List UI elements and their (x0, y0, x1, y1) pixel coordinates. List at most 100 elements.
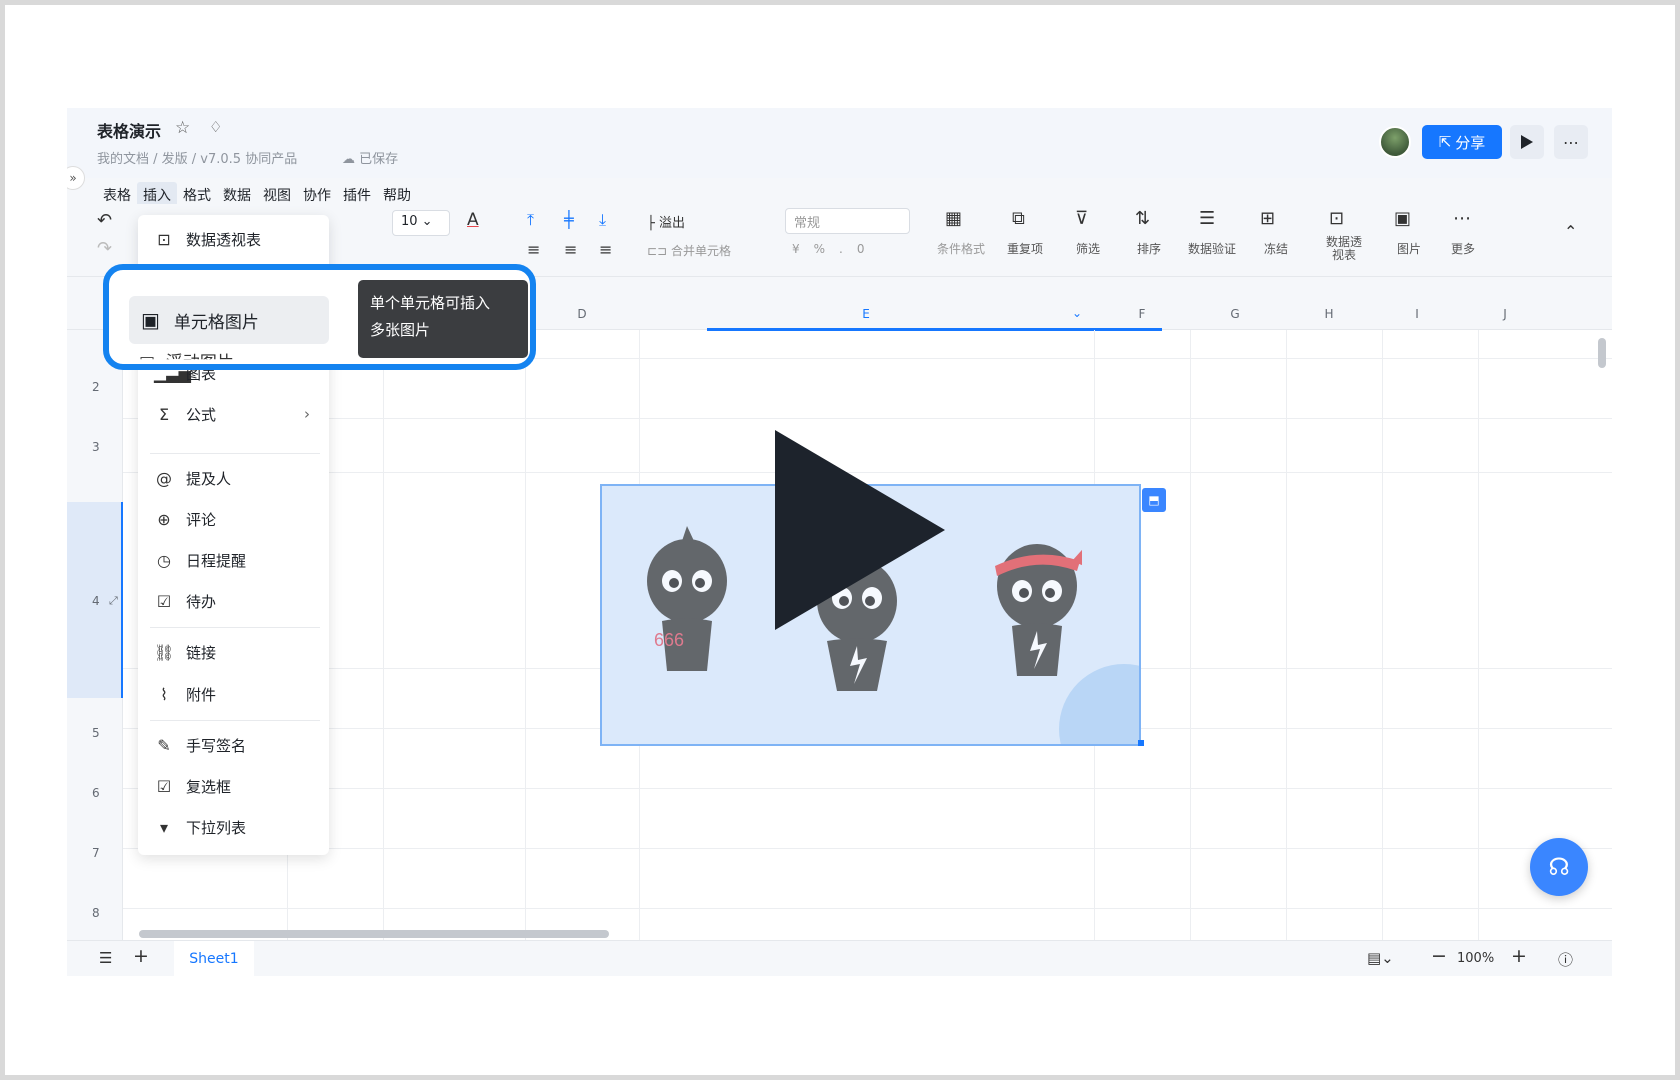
collapse-toolbar-icon[interactable]: ⌃ (1564, 222, 1577, 241)
menu-item-dropdown[interactable]: ▾ 下拉列表 (154, 814, 246, 840)
breadcrumb[interactable]: 我的文档 / 发版 / v7.0.5 协同产品 (97, 148, 297, 167)
redo-icon[interactable]: ↷ (97, 238, 112, 259)
float-image-icon: ▤ (139, 353, 156, 370)
menu-item-label: 手写签名 (186, 736, 247, 755)
column-j[interactable]: J (1495, 307, 1515, 321)
column-f[interactable]: F (1132, 307, 1152, 321)
menu-item-attachment[interactable]: ⌇ 附件 (154, 681, 216, 707)
star-icon[interactable]: ☆ (175, 118, 190, 138)
pivot-table-label[interactable]: 数据透视表 (1322, 236, 1366, 262)
sheet-tab[interactable]: Sheet1 (174, 941, 254, 976)
image-edit-icon[interactable]: ⬒ (1142, 488, 1166, 512)
align-bottom-icon[interactable]: ⤓ (599, 210, 606, 230)
data-validation-icon[interactable]: ☰ (1199, 208, 1215, 229)
help-icon[interactable]: ⓘ (1558, 949, 1573, 970)
more-icon[interactable]: ⋯ (1453, 208, 1471, 229)
menu-item-schedule[interactable]: ◷ 日程提醒 (154, 547, 246, 573)
undo-icon[interactable]: ↶ (97, 210, 112, 231)
column-e[interactable]: E (856, 307, 876, 321)
conditional-format-label[interactable]: 条件格式 (937, 240, 985, 257)
vertical-scrollbar[interactable] (1598, 338, 1606, 368)
menu-item-formula[interactable]: Σ 公式 › (154, 401, 310, 427)
horizontal-scrollbar[interactable] (139, 930, 609, 938)
row-7[interactable]: 7 (92, 846, 100, 860)
bell-icon[interactable]: ♢ (209, 118, 222, 136)
column-h[interactable]: H (1319, 307, 1339, 321)
column-i[interactable]: I (1407, 307, 1427, 321)
freeze-label[interactable]: 冻结 (1264, 240, 1288, 257)
align-right-icon[interactable]: ≡ (599, 240, 612, 259)
column-d[interactable]: D (572, 307, 592, 321)
resize-handle[interactable] (1138, 740, 1144, 746)
menu-item-checkbox[interactable]: ☑ 复选框 (154, 773, 231, 799)
merge-cells-button[interactable]: ⊏⊐ 合并单元格 (647, 242, 731, 259)
view-mode-icon[interactable]: ▤⌄ (1367, 949, 1394, 967)
row-2[interactable]: 2 (92, 380, 100, 394)
font-size-select[interactable]: 10 ⌄ (392, 210, 450, 236)
alarm-icon: ◷ (157, 550, 171, 570)
menu-item-link[interactable]: ⛓ 链接 (154, 639, 216, 665)
document-title[interactable]: 表格演示 (97, 118, 161, 142)
pivot-table-icon[interactable]: ⊡ (1329, 208, 1344, 229)
column-e-dropdown-icon[interactable]: ⌄ (1072, 306, 1082, 320)
headset-icon: ☊ (1548, 853, 1570, 881)
gridline (123, 418, 1612, 419)
menu-item-signature[interactable]: ✎ 手写签名 (154, 732, 246, 758)
row-8[interactable]: 8 (92, 906, 100, 920)
expand-sidebar-icon[interactable]: » (67, 166, 85, 190)
overflow-button[interactable]: ├ 溢出 (647, 212, 685, 231)
row-3[interactable]: 3 (92, 440, 100, 454)
share-label: 分享 (1455, 133, 1486, 152)
menu-item-label: 提及人 (186, 469, 232, 488)
at-icon: @ (156, 468, 172, 488)
image-label[interactable]: 图片 (1397, 240, 1421, 257)
align-left-icon[interactable]: ≡ (527, 240, 540, 259)
data-validation-label[interactable]: 数据验证 (1188, 240, 1236, 257)
row-header: 2 3 4 5 6 7 8 ⤢ (67, 330, 123, 940)
row-5[interactable]: 5 (92, 726, 100, 740)
zoom-in-icon[interactable]: + (1511, 945, 1527, 967)
tooltip-line-1: 单个单元格可插入 (370, 294, 491, 312)
more-options-button[interactable]: ⋯ (1554, 125, 1588, 159)
callout-highlight: ▣ 单元格图片 ▤ 浮动图片 单个单元格可插入 多张图片 (103, 264, 536, 370)
menu-item-mention[interactable]: @ 提及人 (154, 465, 231, 491)
menu-item-pivot[interactable]: ⊡ 数据透视表 (154, 226, 261, 252)
zoom-level[interactable]: 100% (1457, 951, 1494, 966)
filter-label[interactable]: 筛选 (1076, 240, 1100, 257)
number-format-shortcuts[interactable]: ¥%.0 (792, 242, 879, 256)
conditional-format-icon[interactable]: ▦ (945, 208, 962, 229)
menu-item-todo[interactable]: ☑ 待办 (154, 588, 216, 614)
checkbox-icon: ☑ (156, 776, 172, 796)
menu-item-label: 评论 (186, 510, 217, 529)
merge-icon: ⊏⊐ (647, 244, 671, 258)
add-sheet-icon[interactable]: + (133, 945, 149, 967)
share-button[interactable]: ⇱ 分享 (1422, 125, 1502, 159)
image-icon[interactable]: ▣ (1394, 208, 1411, 229)
video-play-icon[interactable] (775, 430, 945, 630)
row-4[interactable]: 4 (92, 594, 100, 608)
font-color-icon[interactable]: A (467, 210, 479, 230)
menu-item-label: 待办 (186, 592, 217, 611)
row-resize-icon[interactable]: ⤢ (109, 594, 118, 608)
column-g[interactable]: G (1225, 307, 1245, 321)
support-chat-button[interactable]: ☊ (1530, 838, 1588, 896)
present-button[interactable] (1510, 125, 1544, 159)
freeze-icon[interactable]: ⊞ (1260, 208, 1275, 229)
menu-item-cell-image[interactable]: ▣ 单元格图片 (129, 296, 329, 344)
menu-item-float-image[interactable]: ▤ 浮动图片 (139, 348, 234, 370)
more-label[interactable]: 更多 (1451, 240, 1475, 257)
sort-icon[interactable]: ⇅ (1135, 208, 1150, 229)
filter-icon[interactable]: ⊽ (1075, 208, 1088, 229)
align-center-icon[interactable]: ≡ (564, 240, 577, 259)
align-middle-icon[interactable]: ╪ (564, 210, 574, 229)
zoom-out-icon[interactable]: − (1431, 945, 1447, 967)
row-6[interactable]: 6 (92, 786, 100, 800)
menu-item-comment[interactable]: ⊕ 评论 (154, 506, 216, 532)
sheet-list-icon[interactable]: ☰ (99, 949, 112, 967)
number-format-select[interactable]: 常规 (785, 208, 910, 234)
duplicates-label[interactable]: 重复项 (1007, 240, 1043, 257)
align-top-icon[interactable]: ⤒ (527, 210, 534, 230)
sort-label[interactable]: 排序 (1137, 240, 1161, 257)
avatar[interactable] (1379, 126, 1411, 158)
duplicates-icon[interactable]: ⧉ (1012, 208, 1025, 229)
